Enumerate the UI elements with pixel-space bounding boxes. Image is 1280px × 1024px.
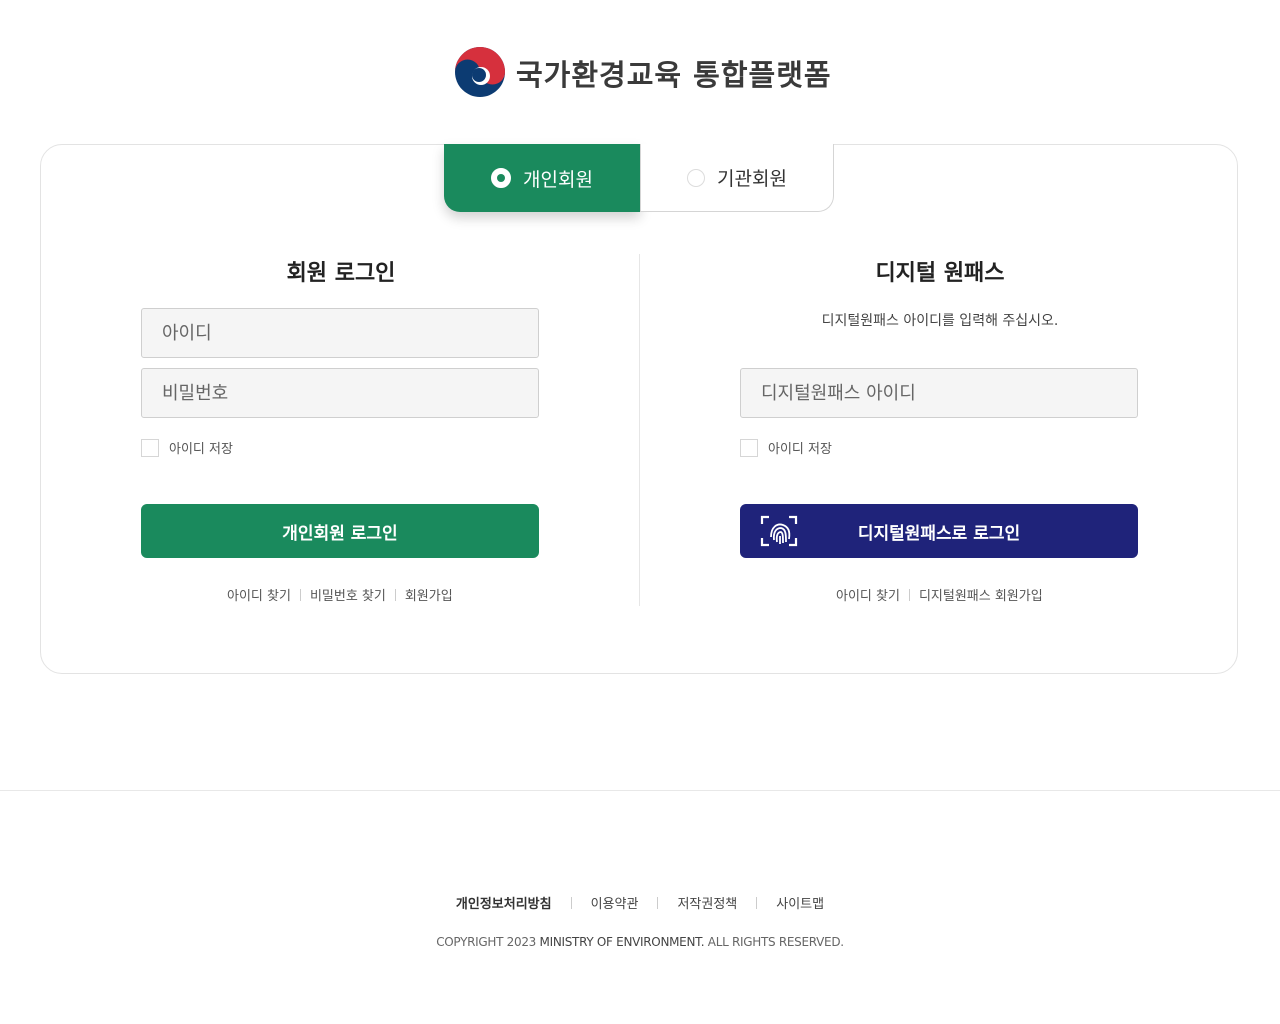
onepass-help-links: 아이디 찾기 디지털원패스 회원가입 (836, 585, 1043, 604)
link-separator (908, 588, 910, 601)
sitemap-link[interactable]: 사이트맵 (776, 893, 824, 912)
tab-organization-member[interactable]: 기관회원 (640, 144, 834, 212)
remember-id-row: 아이디 저장 (141, 438, 233, 457)
personal-login-button[interactable]: 개인회원 로그인 (141, 504, 539, 558)
tab-personal-label: 개인회원 (523, 168, 593, 191)
radio-selected-icon (491, 168, 512, 188)
onepass-login-label: 디지털원패스로 로그인 (857, 523, 1021, 544)
footer-divider (0, 790, 1280, 791)
copyright-text: COPYRIGHT 2023 MINISTRY OF ENVIRONMENT. … (0, 935, 1280, 949)
member-login-title: 회원 로그인 (286, 261, 396, 286)
signup-link[interactable]: 회원가입 (405, 585, 453, 604)
terms-link[interactable]: 이용약관 (591, 893, 639, 912)
section-divider (639, 254, 640, 606)
copyright-suffix: ALL RIGHTS RESERVED. (707, 935, 844, 949)
copyright-policy-link[interactable]: 저작권정책 (677, 893, 737, 912)
footer-separator (756, 896, 758, 909)
onepass-signup-link[interactable]: 디지털원패스 회원가입 (919, 585, 1043, 604)
remember-id-checkbox[interactable] (141, 438, 159, 457)
onepass-title: 디지털 원패스 (875, 261, 1005, 286)
link-separator (299, 588, 301, 601)
member-help-links: 아이디 찾기 비밀번호 찾기 회원가입 (227, 585, 453, 604)
find-password-link[interactable]: 비밀번호 찾기 (310, 585, 386, 604)
radio-unselected-icon (687, 168, 706, 187)
privacy-policy-link[interactable]: 개인정보처리방침 (456, 893, 552, 912)
password-input[interactable] (141, 368, 539, 418)
onepass-id-input[interactable] (740, 368, 1138, 418)
onepass-remember-id-label[interactable]: 아이디 저장 (768, 438, 832, 457)
member-type-tabs: 개인회원 기관회원 (444, 144, 834, 212)
tab-organization-label: 기관회원 (717, 168, 787, 190)
site-title[interactable]: 국가환경교육 통합플랫폼 (516, 52, 832, 94)
onepass-login-button[interactable]: 디지털원패스로 로그인 (740, 504, 1138, 558)
copyright-prefix: COPYRIGHT 2023 (436, 935, 537, 949)
taegeuk-logo-icon[interactable] (454, 46, 506, 98)
onepass-remember-id-row: 아이디 저장 (740, 438, 832, 457)
tab-personal-member[interactable]: 개인회원 (444, 144, 640, 212)
onepass-remember-id-checkbox[interactable] (740, 438, 758, 457)
site-header: 국가환경교육 통합플랫폼 (0, 38, 1280, 108)
id-input[interactable] (141, 308, 539, 358)
link-separator (394, 588, 396, 601)
onepass-find-id-link[interactable]: 아이디 찾기 (836, 585, 900, 604)
find-id-link[interactable]: 아이디 찾기 (227, 585, 291, 604)
footer-separator (570, 896, 572, 909)
onepass-description: 디지털원패스 아이디를 입력해 주십시오. (821, 313, 1059, 329)
footer-separator (657, 896, 659, 909)
footer-links: 개인정보처리방침 이용약관 저작권정책 사이트맵 (0, 893, 1280, 912)
copyright-org: MINISTRY OF ENVIRONMENT. (539, 935, 705, 949)
fingerprint-icon (760, 515, 798, 547)
remember-id-label[interactable]: 아이디 저장 (169, 438, 233, 457)
